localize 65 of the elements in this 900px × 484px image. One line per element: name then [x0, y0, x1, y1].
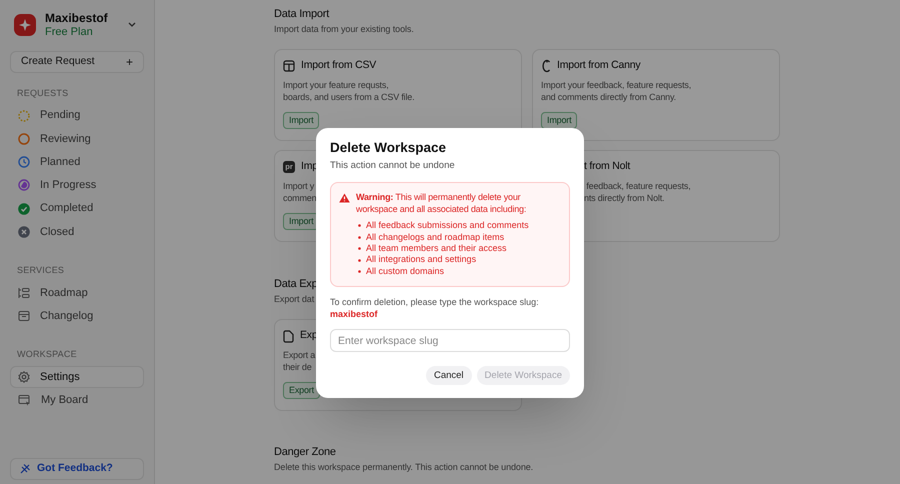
- sidebar-item[interactable]: In Progress: [10, 174, 144, 196]
- list-item: All custom domains: [366, 266, 444, 278]
- list-item: All team members and their access: [366, 243, 507, 254]
- card-description: their de: [283, 361, 312, 373]
- card-description: boards, and users from a CSV file.: [283, 91, 414, 103]
- list-item: All integrations and settings: [366, 254, 476, 266]
- feedback-button[interactable]: Got Feedback?: [10, 458, 144, 480]
- card-description: Export a: [283, 349, 316, 361]
- bullet-icon: [358, 258, 361, 262]
- list-item: All feedback submissions and comments: [366, 220, 529, 232]
- sidebar-item[interactable]: Reviewing: [10, 128, 144, 150]
- import-button[interactable]: Import: [541, 112, 578, 129]
- slug-input-field[interactable]: Enter workspace slug: [330, 329, 570, 352]
- dialog-subtitle: This action cannot be undone: [330, 159, 456, 173]
- card-description: Import your feedback, feature requests,: [541, 79, 692, 91]
- bullet-icon: [358, 236, 361, 239]
- workspace-slug: maxibestof: [330, 308, 378, 320]
- card-title: t from Nolt: [584, 159, 630, 174]
- logo-icon: [14, 14, 36, 36]
- import-button[interactable]: Import: [283, 112, 320, 129]
- sidebar-item[interactable]: Pending: [10, 104, 144, 126]
- section-label: REQUESTS: [16, 87, 70, 100]
- card-title: Import from CSV: [301, 58, 376, 74]
- dialog-title: Delete Workspace: [330, 139, 448, 157]
- section-label: WORKSPACE: [16, 348, 78, 362]
- list-item: All changelogs and roadmap items: [366, 232, 504, 244]
- sidebar-item[interactable]: Settings: [10, 366, 144, 388]
- sidebar-item[interactable]: My Board: [10, 389, 144, 412]
- bullet-icon: [358, 270, 361, 274]
- roadmap-icon: [18, 286, 30, 299]
- section-description: Export dat: [274, 293, 314, 306]
- section-title: Data Import: [274, 7, 330, 22]
- warning-icon: [339, 193, 350, 204]
- card-description: Import your feature requsts,: [283, 79, 389, 91]
- file-icon: [283, 330, 294, 342]
- import-button[interactable]: Export: [283, 382, 320, 399]
- section-title: Danger Zone: [274, 445, 336, 460]
- card-description: Import y: [283, 180, 314, 192]
- card-description: commen: [283, 192, 316, 204]
- card-description: feedback, feature requests,: [585, 180, 691, 192]
- board-icon: [18, 394, 31, 406]
- sidebar-item[interactable]: Changelog: [10, 305, 144, 328]
- section-description: Import data from your existing tools.: [274, 23, 414, 36]
- card-title: Import from Canny: [557, 58, 640, 74]
- bullet-icon: [358, 224, 361, 228]
- calendar-icon: [18, 310, 30, 322]
- section-label: SERVICES: [16, 264, 66, 278]
- create-request-button[interactable]: Create Request +: [10, 51, 144, 73]
- workspace-name: Maxibestof: [45, 11, 108, 25]
- confirm-instruction: To confirm deletion, please type the workspace slug:: [330, 296, 540, 308]
- section-description: Delete this workspace permanently. This action cannot be undone.: [274, 461, 534, 474]
- bullet-icon: [358, 247, 361, 250]
- settings-icon: [18, 370, 30, 383]
- cancel-button[interactable]: Cancel: [426, 366, 472, 386]
- sidebar-item[interactable]: Roadmap: [10, 282, 144, 304]
- warning-text: Warning: This will permanently delete your workspace and all associated data including:: [356, 191, 528, 216]
- plan-label: Free Plan: [45, 25, 94, 39]
- chevron-down-icon: [128, 22, 136, 28]
- card-description: and comments directly from Canny.: [541, 91, 676, 103]
- sidebar-item[interactable]: Completed: [10, 198, 144, 220]
- table-icon: [283, 60, 295, 72]
- sidebar-item[interactable]: Planned: [10, 151, 144, 174]
- c-letter-icon: [541, 59, 551, 73]
- sidebar-item[interactable]: Closed: [10, 220, 144, 243]
- card-description: nts directly from Nolt.: [584, 192, 664, 204]
